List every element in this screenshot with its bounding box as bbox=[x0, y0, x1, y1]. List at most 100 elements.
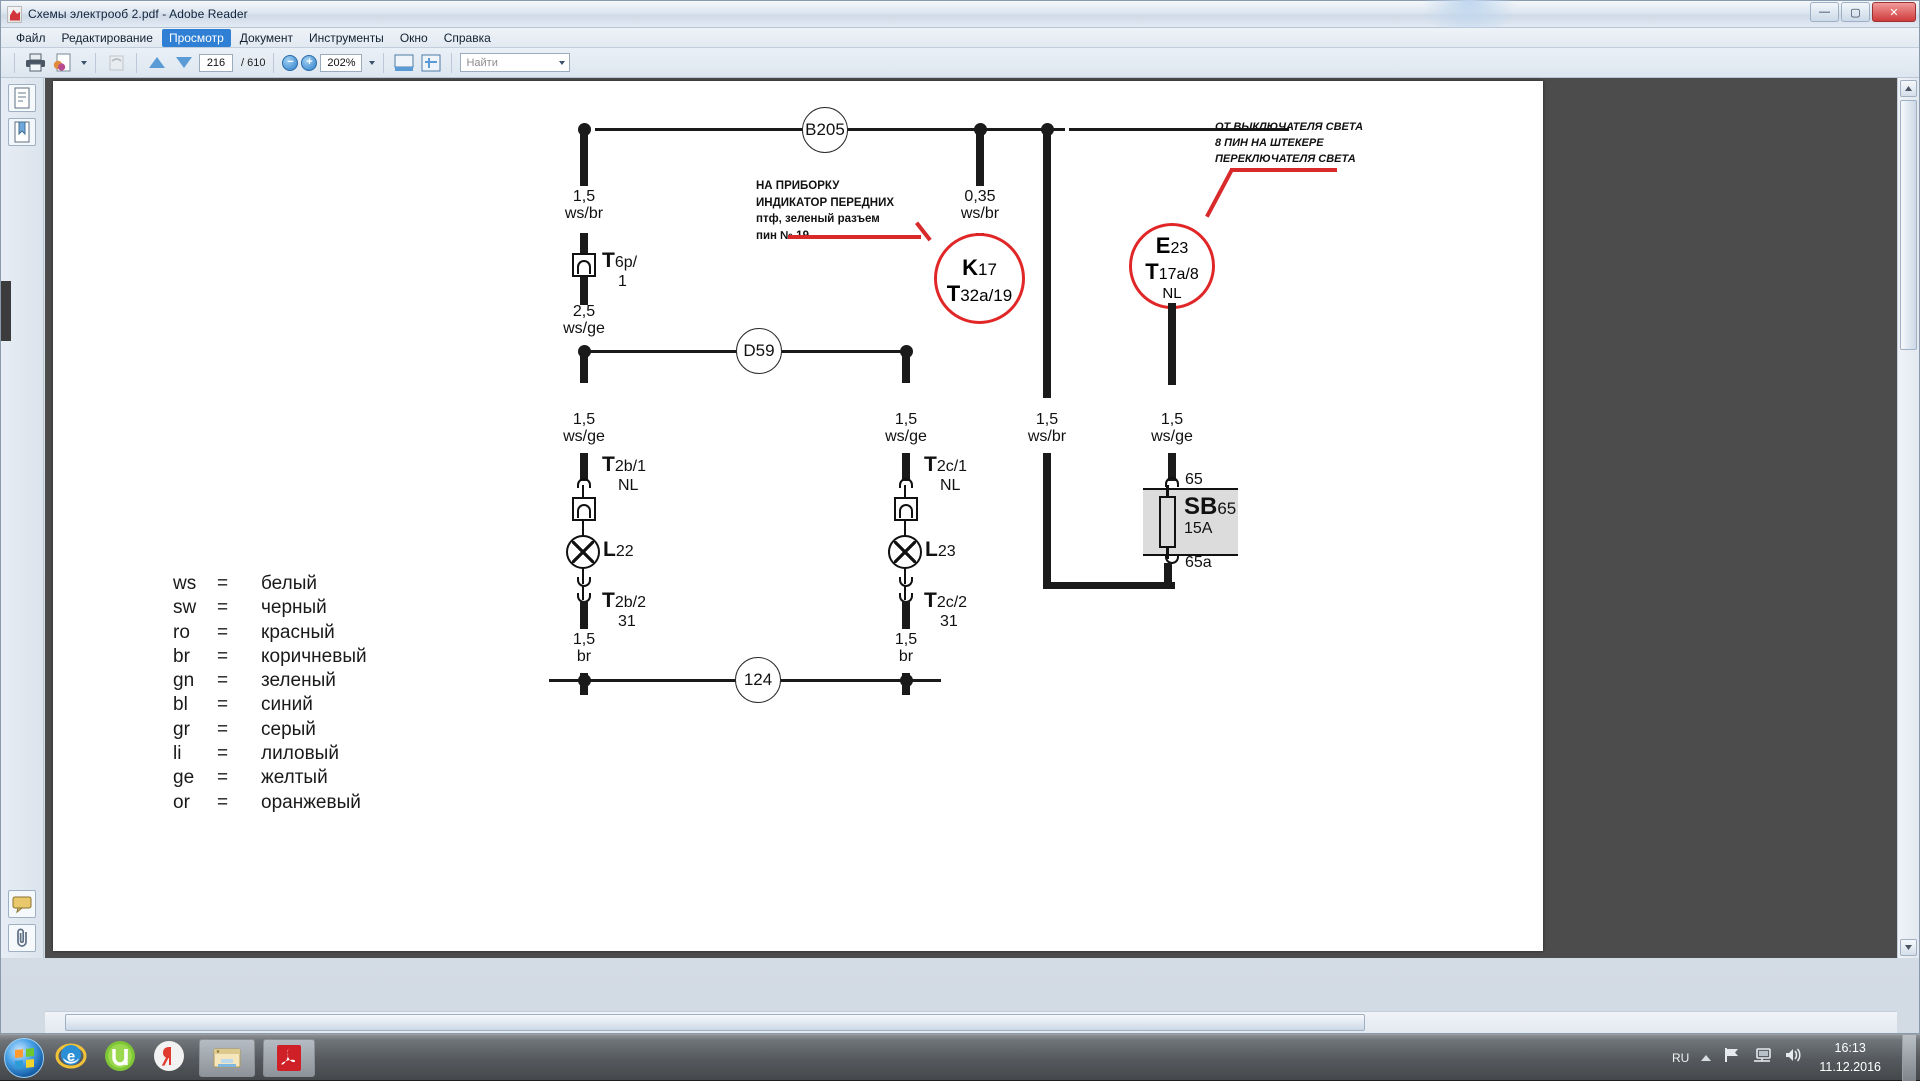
window-title: Схемы электрооб 2.pdf - Adobe Reader bbox=[28, 7, 248, 21]
search-input[interactable]: Найти bbox=[460, 53, 571, 72]
navigation-rail bbox=[1, 78, 44, 958]
minimize-button[interactable]: — bbox=[1810, 2, 1839, 22]
vertical-scrollbar[interactable] bbox=[1897, 78, 1919, 958]
wire-segment bbox=[580, 128, 588, 186]
toolbar-divider bbox=[273, 52, 275, 73]
attachments-panel-icon[interactable] bbox=[8, 924, 36, 952]
scroll-down-button[interactable] bbox=[1900, 939, 1917, 956]
arrow-down-icon[interactable] bbox=[172, 51, 196, 75]
zoom-in-icon[interactable]: + bbox=[301, 54, 318, 71]
annotation-e23: ОТ ВЫКЛЮЧАТЕЛЯ СВЕТА 8 ПИН НА ШТЕКЕРЕ ПЕ… bbox=[1215, 121, 1364, 165]
comments-panel-icon[interactable] bbox=[8, 890, 36, 918]
connector-arc-t6p bbox=[577, 260, 591, 274]
search-dropdown-icon[interactable] bbox=[559, 60, 566, 65]
undo-icon[interactable] bbox=[104, 51, 128, 75]
menu-item-view[interactable]: Просмотр bbox=[161, 28, 231, 47]
wire-corner bbox=[1043, 582, 1175, 589]
wire-label-1: 1,5 ws/br bbox=[564, 188, 604, 223]
annotation-leader-e23 bbox=[1230, 168, 1337, 172]
navigation-rail-bottom bbox=[1, 884, 43, 952]
document-viewport[interactable]: B205 1,5 ws/br T6p/ 1 2,5 ws/ge D59 1,5 … bbox=[45, 78, 1897, 958]
scroll-up-button[interactable] bbox=[1900, 80, 1917, 97]
show-desktop-button[interactable] bbox=[1902, 1034, 1916, 1081]
internet-explorer-icon[interactable]: e bbox=[53, 1038, 93, 1078]
terminal-label-65a: 65a bbox=[1185, 554, 1212, 571]
menu-item-file[interactable]: Файл bbox=[9, 29, 53, 47]
volume-icon[interactable] bbox=[1783, 1046, 1803, 1069]
zoom-out-icon[interactable]: − bbox=[282, 54, 299, 71]
wire-segment bbox=[1043, 453, 1051, 589]
svg-text:e: e bbox=[67, 1048, 75, 1065]
wire-label-8: 1,5 br bbox=[572, 631, 596, 666]
clock[interactable]: 16:13 11.12.2016 bbox=[1819, 1039, 1881, 1075]
close-button[interactable]: ✕ bbox=[1872, 2, 1916, 22]
wire-segment bbox=[580, 453, 588, 481]
legend-row: or = оранжевый bbox=[173, 791, 361, 813]
menu-item-tools[interactable]: Инструменты bbox=[302, 29, 391, 47]
legend-row: sw = черный bbox=[173, 597, 327, 619]
legend-row: ge = желтый bbox=[173, 767, 328, 789]
annotation-leader-e23-diag bbox=[1205, 169, 1234, 218]
connector-d59: D59 bbox=[736, 328, 782, 374]
legend-row: bl = синий bbox=[173, 694, 313, 716]
menu-item-edit[interactable]: Редактирование bbox=[55, 29, 160, 47]
menu-item-document[interactable]: Документ bbox=[233, 29, 300, 47]
menu-item-help[interactable]: Справка bbox=[437, 29, 498, 47]
legend-row: ws = белый bbox=[173, 573, 317, 594]
page-number-input[interactable]: 216 bbox=[199, 53, 233, 72]
horizontal-scroll-thumb[interactable] bbox=[65, 1014, 1365, 1031]
wire-segment bbox=[1164, 563, 1172, 589]
fit-page-icon[interactable] bbox=[392, 51, 416, 75]
junction-node bbox=[900, 674, 913, 687]
wire-label-6: 1,5 ws/br bbox=[1027, 411, 1067, 446]
connector-124: 124 bbox=[735, 657, 781, 703]
maximize-button[interactable]: ▢ bbox=[1841, 2, 1870, 22]
email-attachment-icon[interactable] bbox=[50, 51, 74, 75]
legend-row: ro = красный bbox=[173, 621, 335, 643]
wiring-diagram: B205 1,5 ws/br T6p/ 1 2,5 ws/ge D59 1,5 … bbox=[53, 81, 1543, 951]
wire-segment bbox=[1043, 128, 1051, 398]
search-placeholder: Найти bbox=[466, 56, 498, 69]
file-explorer-taskbar-button[interactable] bbox=[199, 1038, 255, 1077]
component-label-t2c1: T2c/1 NL bbox=[924, 453, 968, 494]
menu-bar: Файл Редактирование Просмотр Документ Ин… bbox=[1, 28, 1919, 48]
clock-date: 11.12.2016 bbox=[1819, 1059, 1881, 1074]
pdf-page: B205 1,5 ws/br T6p/ 1 2,5 ws/ge D59 1,5 … bbox=[53, 81, 1543, 951]
menu-item-window[interactable]: Окно bbox=[393, 29, 435, 47]
legend-row: gr = серый bbox=[173, 718, 316, 740]
adobe-reader-taskbar-button[interactable] bbox=[263, 1038, 315, 1077]
arrow-up-icon[interactable] bbox=[145, 51, 169, 75]
wire-segment bbox=[976, 128, 984, 186]
chevron-down-icon[interactable] bbox=[369, 60, 376, 65]
network-icon[interactable] bbox=[1752, 1046, 1772, 1069]
printer-icon[interactable] bbox=[23, 51, 47, 75]
email-dropdown-icon[interactable] bbox=[81, 60, 87, 65]
component-k17: K17 T32a/19 bbox=[934, 233, 1025, 324]
page-total-label: / 610 bbox=[241, 56, 266, 69]
chevron-up-icon[interactable] bbox=[1700, 1049, 1712, 1067]
zoom-level-input[interactable]: 202% bbox=[320, 53, 363, 72]
toolbar-divider bbox=[14, 52, 15, 73]
wire-segment bbox=[902, 453, 910, 481]
component-label-t6p: T6p/ 1 bbox=[602, 249, 638, 290]
wire-segment bbox=[902, 601, 910, 629]
utorrent-icon[interactable] bbox=[102, 1038, 142, 1078]
component-label-l22: L22 bbox=[603, 538, 634, 561]
toolbar: 216 / 610 − + 202% Найти bbox=[1, 48, 1919, 78]
system-tray: RU 16:13 11.12.2016 bbox=[1672, 1034, 1920, 1081]
action-center-flag-icon[interactable] bbox=[1723, 1046, 1741, 1069]
wire-segment bbox=[902, 350, 910, 383]
yandex-browser-icon[interactable] bbox=[151, 1038, 191, 1078]
windows-start-orb-icon[interactable] bbox=[4, 1037, 44, 1078]
vertical-scroll-thumb[interactable] bbox=[1900, 100, 1917, 350]
fullscreen-icon[interactable] bbox=[419, 51, 443, 75]
language-indicator[interactable]: RU bbox=[1672, 1051, 1689, 1065]
component-label-t2b2: T2b/2 31 bbox=[602, 589, 646, 630]
screen: Схемы электрооб 2.pdf - Adobe Reader — ▢… bbox=[0, 0, 1920, 1081]
wire-segment bbox=[580, 277, 588, 305]
horizontal-scrollbar[interactable] bbox=[45, 1011, 1897, 1033]
fuse-label-sb65: SB65 15A bbox=[1184, 493, 1237, 538]
bookmarks-panel-icon[interactable] bbox=[8, 118, 36, 146]
pages-panel-icon[interactable] bbox=[8, 84, 36, 112]
legend-row: gn = зеленый bbox=[173, 670, 336, 692]
